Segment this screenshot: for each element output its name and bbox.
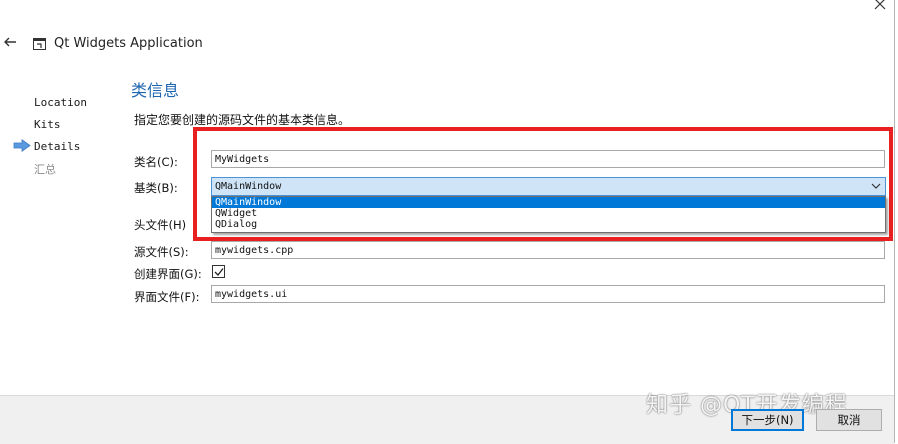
close-icon[interactable]	[873, 0, 887, 11]
application-icon	[33, 38, 46, 50]
window-border	[894, 0, 895, 443]
create-form-checkbox[interactable]	[212, 265, 225, 278]
chevron-down-icon[interactable]	[871, 182, 881, 190]
dropdown-option-qwidget[interactable]: QWidget	[212, 208, 885, 219]
dropdown-option-qmainwindow[interactable]: QMainWindow	[212, 197, 885, 208]
base-class-label: 基类(B):	[134, 181, 178, 195]
form-file-input[interactable]: mywidgets.ui	[211, 285, 885, 303]
page-description: 指定您要创建的源码文件的基本类信息。	[134, 113, 351, 127]
step-kits: Kits	[34, 118, 61, 131]
source-file-input[interactable]: mywidgets.cpp	[211, 241, 885, 259]
next-button[interactable]: 下一步(N)	[731, 409, 804, 431]
cancel-button[interactable]: 取消	[816, 409, 882, 431]
step-location: Location	[34, 96, 87, 109]
class-name-label: 类名(C):	[134, 155, 178, 169]
page-title: 类信息	[131, 81, 180, 100]
step-summary: 汇总	[34, 163, 56, 176]
back-arrow-icon[interactable]	[2, 34, 18, 50]
current-step-arrow-icon	[13, 139, 31, 152]
base-class-combobox[interactable]: QMainWindow	[211, 177, 886, 196]
window-title: Qt Widgets Application	[54, 36, 203, 51]
checkmark-icon	[214, 268, 224, 276]
form-file-label: 界面文件(F):	[134, 290, 200, 304]
header-file-label: 头文件(H)	[134, 218, 187, 232]
step-details: Details	[34, 140, 81, 153]
base-class-dropdown-list: QMainWindow QWidget QDialog	[211, 196, 886, 233]
source-file-label: 源文件(S):	[134, 245, 189, 259]
class-name-input[interactable]: MyWidgets	[211, 150, 885, 168]
base-class-selected-value: QMainWindow	[215, 181, 282, 192]
dropdown-option-qdialog[interactable]: QDialog	[212, 219, 885, 230]
create-form-label: 创建界面(G):	[134, 267, 202, 281]
